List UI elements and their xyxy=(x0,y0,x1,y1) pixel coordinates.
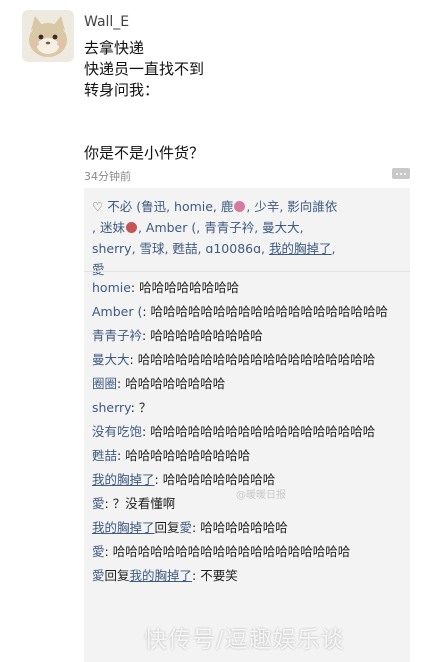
comment-author[interactable]: homie xyxy=(92,280,131,295)
likes-text[interactable]: , Amber (, 青青子衿, 曼大大, xyxy=(138,220,304,235)
comment-item[interactable]: 愛: 哈哈哈哈哈哈哈哈哈哈哈哈哈哈哈哈哈哈哈 xyxy=(92,542,404,561)
likes-text[interactable]: , 迷妹 xyxy=(92,220,125,235)
comment-item[interactable]: 曼大大: 哈哈哈哈哈哈哈哈哈哈哈哈哈哈哈哈哈哈哈 xyxy=(92,350,404,369)
comment-text: : 哈哈哈哈哈哈哈哈哈 xyxy=(142,328,263,343)
comment-author[interactable]: 愛 xyxy=(92,496,105,511)
comment-list: homie: 哈哈哈哈哈哈哈哈 Amber (: 哈哈哈哈哈哈哈哈哈哈哈哈哈哈哈哈… xyxy=(92,278,404,590)
comment-item[interactable]: 我的胸掉了: 哈哈哈哈哈哈哈哈哈 xyxy=(92,470,404,489)
comment-section: ♡ 不必 (鲁迅, homie, 鹿, 少辛, 影向誰依 , 迷妹, Amber … xyxy=(84,188,410,662)
comment-text: : 哈哈哈哈哈哈哈哈哈 xyxy=(154,472,276,487)
comment-text: : 哈哈哈哈哈哈哈哈哈哈哈哈哈哈哈哈哈哈 xyxy=(142,424,376,439)
comment-item[interactable]: 没有吃饱: 哈哈哈哈哈哈哈哈哈哈哈哈哈哈哈哈哈哈 xyxy=(92,422,404,441)
comment-text: : 哈哈哈哈哈哈哈哈 xyxy=(130,280,240,295)
comment-item[interactable]: 圈圈: 哈哈哈哈哈哈哈哈 xyxy=(92,374,404,393)
avatar[interactable] xyxy=(22,10,74,62)
comment-item[interactable]: 我的胸掉了回复愛: 哈哈哈哈哈哈哈 xyxy=(92,518,404,537)
comment-text: : 哈哈哈哈哈哈哈 xyxy=(192,520,288,535)
more-options-icon[interactable] xyxy=(392,168,410,179)
comment-author[interactable]: 我的胸掉了 xyxy=(92,472,155,487)
weibo-post: Wall_E 去拿快递 快递员一直找不到 转身问我： 你是不是小件货？ 34分钟… xyxy=(0,0,439,662)
divider xyxy=(84,271,410,272)
username[interactable]: Wall_E xyxy=(84,14,129,30)
post-line: 去拿快递 xyxy=(84,39,145,57)
likes-list: ♡ 不必 (鲁迅, homie, 鹿 , 少辛, 影向誰依 , 迷妹 , Amber … xyxy=(92,196,404,280)
unicorn-emoji-icon xyxy=(234,201,246,212)
comment-item[interactable]: 愛: ？没看懂啊 xyxy=(92,494,404,513)
comment-item[interactable]: Amber (: 哈哈哈哈哈哈哈哈哈哈哈哈哈哈哈哈哈哈哈 xyxy=(92,302,404,321)
likes-text[interactable]: , 少辛, 影向誰依 xyxy=(246,199,337,214)
comment-author[interactable]: 愛 xyxy=(92,544,105,559)
comment-text: : ？没看懂啊 xyxy=(104,496,176,511)
comment-text: : ？ xyxy=(130,400,152,415)
comment-author[interactable]: Amber ( xyxy=(92,304,142,319)
comment-text: : 哈哈哈哈哈哈哈哈哈哈哈哈哈哈哈哈哈哈哈 xyxy=(129,352,376,367)
ribbon-emoji-icon xyxy=(125,222,137,233)
watermark: 快传号/逗趣娱乐谈 xyxy=(144,627,345,653)
reply-label: 回复 xyxy=(154,520,180,535)
comment-item[interactable]: 甦喆: 哈哈哈哈哈哈哈哈哈哈 xyxy=(92,446,404,465)
likes-user-underlined[interactable]: 我的胸掉了 xyxy=(269,241,332,256)
reply-target[interactable]: 愛 xyxy=(180,520,193,535)
comment-item[interactable]: 青青子衿: 哈哈哈哈哈哈哈哈哈 xyxy=(92,326,404,345)
comment-author[interactable]: 甦喆 xyxy=(92,448,117,463)
likes-text[interactable]: sherry, 雪球, 甦喆, ɑ10086ɑ, xyxy=(92,241,265,256)
reply-label: 回复 xyxy=(104,568,130,583)
comment-author[interactable]: sherry xyxy=(92,400,131,415)
comment-author[interactable]: 曼大大 xyxy=(92,352,130,367)
comment-author[interactable]: 青青子衿 xyxy=(92,328,142,343)
comment-item[interactable]: sherry: ？ xyxy=(92,398,404,417)
comment-author[interactable]: 愛 xyxy=(92,568,105,583)
post-question: 你是不是小件货？ xyxy=(84,144,205,162)
comment-author[interactable]: 圈圈 xyxy=(92,376,117,391)
comment-author[interactable]: 没有吃饱 xyxy=(92,424,142,439)
likes-text[interactable]: 不必 (鲁迅, homie, 鹿 xyxy=(107,199,233,214)
post-line: 转身问我： xyxy=(84,81,160,99)
comment-item[interactable]: homie: 哈哈哈哈哈哈哈哈 xyxy=(92,278,404,297)
reply-target[interactable]: 我的胸掉了 xyxy=(130,568,193,583)
comment-item[interactable]: 愛回复我的胸掉了: 不要笑 xyxy=(92,566,404,585)
comment-text: : 哈哈哈哈哈哈哈哈哈哈哈哈哈哈哈哈哈哈哈 xyxy=(142,304,389,319)
comment-text: : 哈哈哈哈哈哈哈哈 xyxy=(117,376,226,391)
likes-text[interactable]: 愛 xyxy=(92,262,105,277)
comment-author[interactable]: 我的胸掉了 xyxy=(92,520,155,535)
heart-icon: ♡ xyxy=(92,199,104,214)
post-text: 去拿快递 快递员一直找不到 转身问我： xyxy=(84,38,204,101)
comment-text: : 哈哈哈哈哈哈哈哈哈哈哈哈哈哈哈哈哈哈哈 xyxy=(104,544,351,559)
likes-text: , xyxy=(331,241,336,256)
comment-text: : 哈哈哈哈哈哈哈哈哈哈 xyxy=(117,448,251,463)
cat-avatar-icon xyxy=(22,10,74,62)
post-line: 快递员一直找不到 xyxy=(84,60,205,78)
comment-text: : 不要笑 xyxy=(192,568,238,583)
post-timestamp: 34分钟前 xyxy=(84,170,131,183)
